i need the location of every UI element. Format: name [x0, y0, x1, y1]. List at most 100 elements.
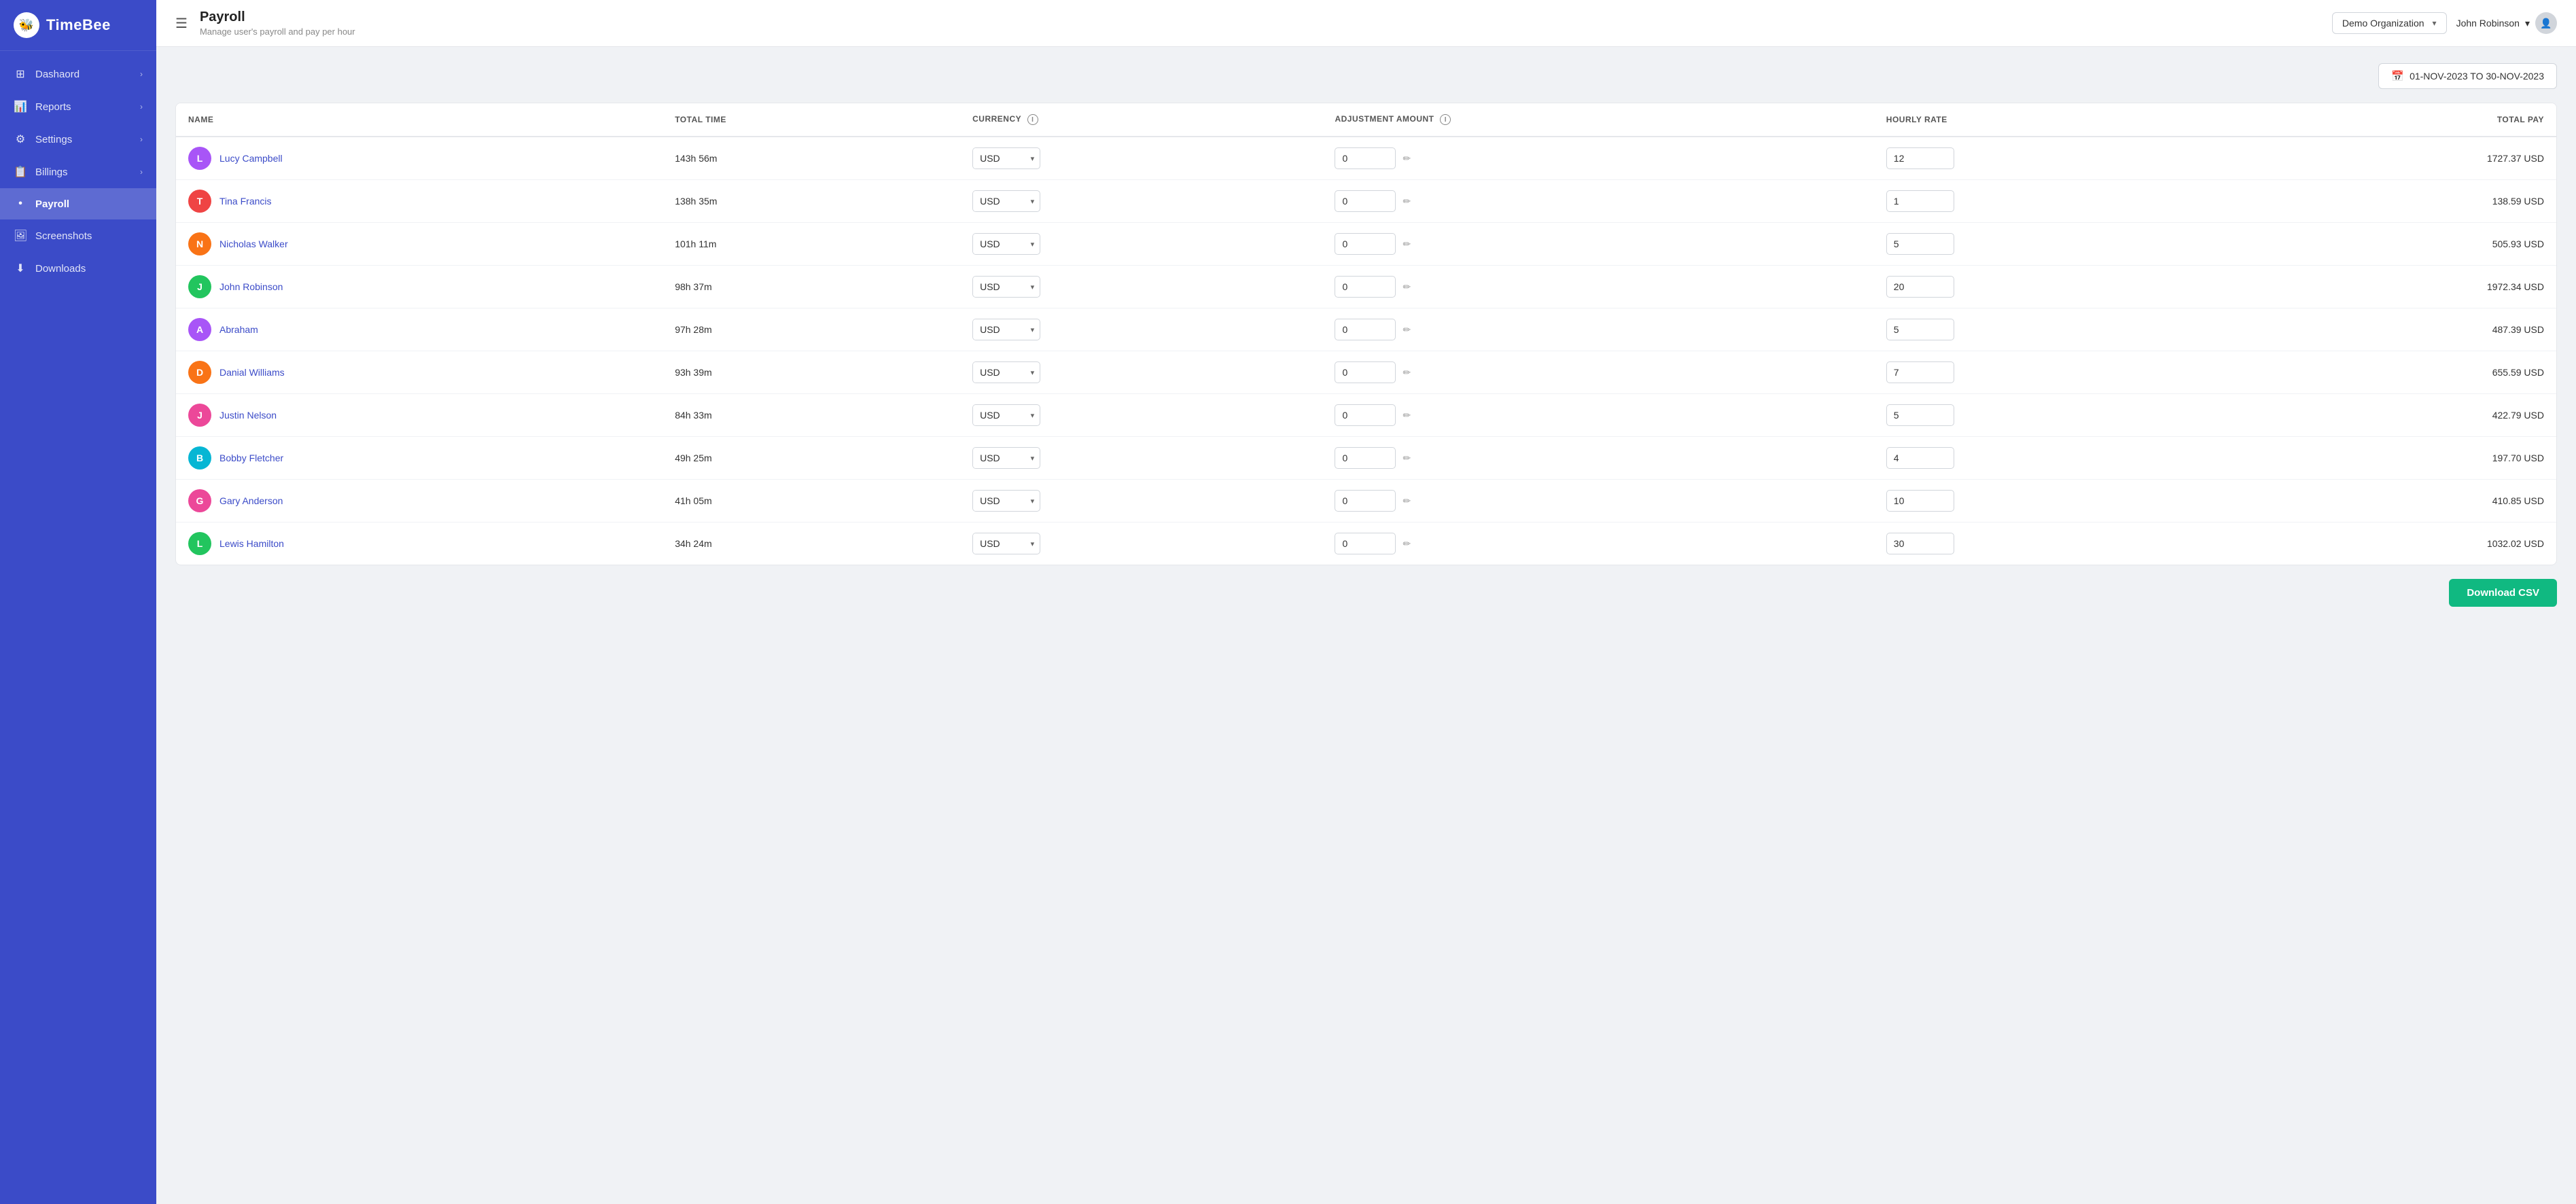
download-csv-button[interactable]: Download CSV — [2449, 579, 2557, 607]
date-range-label: 01-NOV-2023 TO 30-NOV-2023 — [2410, 71, 2544, 82]
sidebar-item-dashboard[interactable]: ⊞ Dashaord › — [0, 58, 156, 90]
cell-total-pay-7: 197.70 USD — [2236, 437, 2556, 480]
user-link-1[interactable]: Tina Francis — [219, 196, 272, 207]
page-subtitle: Manage user's payroll and pay per hour — [200, 26, 355, 37]
currency-select-1[interactable]: USD EUR GBP — [973, 191, 1025, 211]
cell-time-5: 93h 39m — [663, 351, 960, 394]
hourly-rate-input-1[interactable] — [1886, 190, 1954, 212]
adjustment-input-2[interactable] — [1335, 233, 1396, 255]
cell-hourly-5 — [1874, 351, 2236, 394]
table-row: J John Robinson 98h 37m USD EUR GBP ▾ — [176, 266, 2556, 308]
avatar-2: N — [188, 232, 211, 255]
nav-icon-reports: 📊 — [14, 100, 27, 113]
hourly-rate-input-3[interactable] — [1886, 276, 1954, 298]
adjustment-info-icon: i — [1440, 114, 1451, 125]
currency-select-5[interactable]: USD EUR GBP — [973, 362, 1025, 383]
adjustment-edit-button-4[interactable]: ✏ — [1400, 323, 1413, 337]
user-menu[interactable]: John Robinson ▾ 👤 — [2456, 12, 2557, 34]
cell-time-3: 98h 37m — [663, 266, 960, 308]
user-link-4[interactable]: Abraham — [219, 324, 258, 335]
cell-currency-2: USD EUR GBP ▾ — [960, 223, 1322, 266]
user-link-8[interactable]: Gary Anderson — [219, 495, 283, 506]
adjustment-edit-button-7[interactable]: ✏ — [1400, 451, 1413, 465]
adjustment-input-4[interactable] — [1335, 319, 1396, 340]
adjustment-edit-button-3[interactable]: ✏ — [1400, 280, 1413, 294]
currency-select-0[interactable]: USD EUR GBP — [973, 148, 1025, 169]
cell-name-0: L Lucy Campbell — [176, 137, 663, 180]
adjustment-input-7[interactable] — [1335, 447, 1396, 469]
hourly-rate-input-6[interactable] — [1886, 404, 1954, 426]
sidebar-item-payroll[interactable]: • Payroll — [0, 188, 156, 219]
hourly-rate-input-9[interactable] — [1886, 533, 1954, 554]
user-link-9[interactable]: Lewis Hamilton — [219, 538, 284, 549]
cell-adjustment-0: ✏ — [1322, 137, 1873, 180]
cell-currency-7: USD EUR GBP ▾ — [960, 437, 1322, 480]
hourly-rate-input-7[interactable] — [1886, 447, 1954, 469]
sidebar-item-downloads[interactable]: ⬇ Downloads — [0, 252, 156, 285]
adjustment-edit-button-5[interactable]: ✏ — [1400, 366, 1413, 380]
cell-currency-3: USD EUR GBP ▾ — [960, 266, 1322, 308]
currency-select-8[interactable]: USD EUR GBP — [973, 491, 1025, 511]
user-link-6[interactable]: Justin Nelson — [219, 410, 277, 421]
user-link-2[interactable]: Nicholas Walker — [219, 238, 288, 249]
currency-select-2[interactable]: USD EUR GBP — [973, 234, 1025, 254]
user-link-7[interactable]: Bobby Fletcher — [219, 453, 283, 463]
menu-toggle-button[interactable]: ☰ — [175, 15, 188, 32]
user-link-5[interactable]: Danial Williams — [219, 367, 285, 378]
adjustment-edit-button-2[interactable]: ✏ — [1400, 237, 1413, 251]
adjustment-input-1[interactable] — [1335, 190, 1396, 212]
date-range-button[interactable]: 📅 01-NOV-2023 TO 30-NOV-2023 — [2378, 63, 2557, 89]
hourly-rate-input-8[interactable] — [1886, 490, 1954, 512]
table-row: L Lucy Campbell 143h 56m USD EUR GBP ▾ — [176, 137, 2556, 180]
adjustment-edit-button-9[interactable]: ✏ — [1400, 537, 1413, 551]
hourly-rate-input-4[interactable] — [1886, 319, 1954, 340]
cell-name-3: J John Robinson — [176, 266, 663, 308]
currency-chevron-icon: ▾ — [1025, 535, 1040, 553]
adjustment-input-9[interactable] — [1335, 533, 1396, 554]
logo-text: TimeBee — [46, 16, 111, 34]
payroll-table: NAME TOTAL TIME CURRENCY i ADJUSTMENT AM… — [176, 103, 2556, 565]
currency-select-9[interactable]: USD EUR GBP — [973, 533, 1025, 554]
adjustment-input-5[interactable] — [1335, 361, 1396, 383]
cell-currency-9: USD EUR GBP ▾ — [960, 523, 1322, 565]
user-link-3[interactable]: John Robinson — [219, 281, 283, 292]
currency-select-3[interactable]: USD EUR GBP — [973, 277, 1025, 297]
cell-adjustment-7: ✏ — [1322, 437, 1873, 480]
sidebar-item-settings[interactable]: ⚙ Settings › — [0, 123, 156, 156]
nav-icon-settings: ⚙ — [14, 132, 27, 146]
hourly-rate-input-5[interactable] — [1886, 361, 1954, 383]
cell-total-pay-5: 655.59 USD — [2236, 351, 2556, 394]
avatar-1: T — [188, 190, 211, 213]
cell-currency-4: USD EUR GBP ▾ — [960, 308, 1322, 351]
user-link-0[interactable]: Lucy Campbell — [219, 153, 283, 164]
sidebar-item-screenshots[interactable]: 🖼 Screenshots — [0, 219, 156, 252]
org-selector[interactable]: Demo Organization ▾ — [2332, 12, 2447, 34]
cell-name-5: D Danial Williams — [176, 351, 663, 394]
cell-time-8: 41h 05m — [663, 480, 960, 523]
cell-name-7: B Bobby Fletcher — [176, 437, 663, 480]
adjustment-edit-button-6[interactable]: ✏ — [1400, 408, 1413, 423]
currency-select-4[interactable]: USD EUR GBP — [973, 319, 1025, 340]
avatar: 👤 — [2535, 12, 2557, 34]
download-bar: Download CSV — [175, 579, 2557, 607]
adjustment-edit-button-1[interactable]: ✏ — [1400, 194, 1413, 209]
hourly-rate-input-0[interactable] — [1886, 147, 1954, 169]
avatar-7: B — [188, 446, 211, 470]
adjustment-input-8[interactable] — [1335, 490, 1396, 512]
cell-adjustment-6: ✏ — [1322, 394, 1873, 437]
nav-icon-payroll: • — [14, 198, 27, 210]
adjustment-input-6[interactable] — [1335, 404, 1396, 426]
sidebar-item-reports[interactable]: 📊 Reports › — [0, 90, 156, 123]
sidebar-item-billings[interactable]: 📋 Billings › — [0, 156, 156, 188]
currency-select-7[interactable]: USD EUR GBP — [973, 448, 1025, 468]
currency-select-6[interactable]: USD EUR GBP — [973, 405, 1025, 425]
hourly-rate-input-2[interactable] — [1886, 233, 1954, 255]
currency-chevron-icon: ▾ — [1025, 364, 1040, 382]
adjustment-input-0[interactable] — [1335, 147, 1396, 169]
adjustment-input-3[interactable] — [1335, 276, 1396, 298]
table-row: T Tina Francis 138h 35m USD EUR GBP ▾ — [176, 180, 2556, 223]
cell-name-1: T Tina Francis — [176, 180, 663, 223]
currency-chevron-icon: ▾ — [1025, 278, 1040, 296]
adjustment-edit-button-8[interactable]: ✏ — [1400, 494, 1413, 508]
adjustment-edit-button-0[interactable]: ✏ — [1400, 152, 1413, 166]
